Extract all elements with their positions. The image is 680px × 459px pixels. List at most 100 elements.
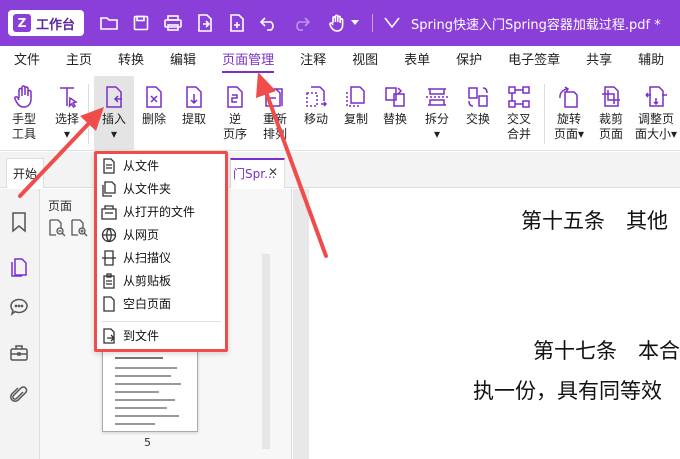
export-icon[interactable] xyxy=(194,12,216,34)
document-text-line: 执一份，具有同等效 xyxy=(473,379,662,403)
crop-page-button[interactable]: 裁剪 页面 xyxy=(592,76,630,151)
menu-file[interactable]: 文件 xyxy=(6,46,48,76)
redo-icon[interactable] xyxy=(290,12,312,34)
split-icon xyxy=(416,76,458,112)
menu-assist[interactable]: 辅助 xyxy=(630,46,672,76)
menu-bar: 文件 主页 转换 编辑 页面管理 注释 视图 表单 保护 电子签章 共享 辅助 xyxy=(0,46,680,76)
menu-item-from-file[interactable]: 从文件 xyxy=(97,154,225,177)
resize-page-button[interactable]: 调整页 面大小▾ xyxy=(632,76,680,151)
delete-button[interactable]: 删除 xyxy=(136,76,172,151)
hand-tool-label: 手型 xyxy=(11,112,36,126)
insert-label: 插入 xyxy=(101,112,126,126)
zoom-in-page-icon[interactable] xyxy=(70,219,88,237)
toolbox-icon[interactable] xyxy=(9,343,31,365)
blank-page-icon xyxy=(103,295,115,312)
print-icon[interactable] xyxy=(162,12,184,34)
menu-edit[interactable]: 编辑 xyxy=(162,46,204,76)
copy-button[interactable]: 复制 xyxy=(338,76,374,151)
menu-protect[interactable]: 保护 xyxy=(448,46,490,76)
left-rail xyxy=(0,189,40,459)
workbench-label: 工作台 xyxy=(36,17,76,33)
menu-item-from-webpage[interactable]: 从网页 xyxy=(97,223,225,246)
menu-page-management[interactable]: 页面管理 xyxy=(214,46,282,76)
replace-label: 替换 xyxy=(382,112,407,126)
rotate-page-button[interactable]: 旋转 页面▾ xyxy=(548,76,590,151)
from-webpage-icon xyxy=(101,227,117,242)
rearrange-button[interactable]: 重新 排列 xyxy=(256,76,294,151)
from-open-file-label: 从打开的文件 xyxy=(123,205,196,219)
swap-icon xyxy=(460,76,496,112)
from-webpage-label: 从网页 xyxy=(123,228,160,242)
panel-scrollbar[interactable] xyxy=(262,254,270,449)
document-text-line: 第十七条 本合 xyxy=(533,339,680,363)
menu-view[interactable]: 视图 xyxy=(344,46,386,76)
insert-icon xyxy=(94,76,134,112)
document-title: Spring快速入门Spring容器加载过程.pdf * xyxy=(411,17,661,33)
menu-item-to-file[interactable]: 到文件 xyxy=(97,324,225,347)
menu-item-from-open-file[interactable]: 从打开的文件 xyxy=(97,200,225,223)
reverse-order-button[interactable]: 逆页序 xyxy=(216,76,254,151)
workbench-button[interactable]: Z 工作台 xyxy=(8,10,85,36)
from-scanner-icon xyxy=(102,249,116,266)
menu-item-from-scanner[interactable]: 从扫描仪 xyxy=(97,246,225,269)
zoom-out-page-icon[interactable] xyxy=(48,219,66,237)
menu-comment[interactable]: 注释 xyxy=(292,46,334,76)
rearrange-label: 重新 xyxy=(262,112,287,126)
move-button[interactable]: 移动 xyxy=(296,76,336,151)
bookmark-icon[interactable] xyxy=(9,211,31,233)
hand-icon[interactable] xyxy=(326,12,348,34)
split-label-2: ▾ xyxy=(433,127,441,141)
cross-merge-button[interactable]: 交叉 合并 xyxy=(498,76,540,151)
hand-tool-icon xyxy=(4,76,44,112)
new-page-icon[interactable] xyxy=(226,12,248,34)
rotate-page-icon xyxy=(548,76,590,112)
replace-button[interactable]: 替换 xyxy=(376,76,414,151)
insert-button[interactable]: 插入 ▾ xyxy=(94,76,134,151)
cross-merge-label-2: 合并 xyxy=(506,127,531,141)
swap-label: 交换 xyxy=(465,112,490,126)
delete-label: 删除 xyxy=(141,112,166,126)
document-icon xyxy=(381,12,403,34)
pages-icon[interactable] xyxy=(0,249,40,283)
title-divider xyxy=(372,14,374,32)
menu-e-signature[interactable]: 电子签章 xyxy=(500,46,568,76)
menu-convert[interactable]: 转换 xyxy=(110,46,152,76)
extract-button[interactable]: 提取 xyxy=(174,76,214,151)
menu-item-blank-page[interactable]: 空白页面 xyxy=(97,292,225,315)
menu-home[interactable]: 主页 xyxy=(58,46,100,76)
split-button[interactable]: 拆分 ▾ xyxy=(416,76,458,151)
extract-icon xyxy=(174,76,214,112)
document-view[interactable]: 第十五条 其他 第十七条 本合 执一份，具有同等效 xyxy=(293,189,680,459)
from-file-label: 从文件 xyxy=(123,159,160,173)
resize-page-label: 调整页 xyxy=(637,112,674,126)
menu-form[interactable]: 表单 xyxy=(396,46,438,76)
from-scanner-label: 从扫描仪 xyxy=(123,251,172,265)
menu-item-from-clipboard[interactable]: 从剪贴板 xyxy=(97,269,225,292)
menu-separator xyxy=(101,321,221,322)
menu-item-from-folder[interactable]: 从文件夹 xyxy=(97,177,225,200)
copy-label: 复制 xyxy=(343,112,368,126)
insert-label-2: ▾ xyxy=(110,127,118,141)
save-icon[interactable] xyxy=(130,12,152,34)
select-label-2: ▾ xyxy=(63,127,71,141)
select-button[interactable]: 选择 ▾ xyxy=(48,76,86,151)
folder-icon[interactable] xyxy=(98,12,120,34)
to-file-label: 到文件 xyxy=(123,329,160,343)
hand-tool-button[interactable]: 手型 工具 xyxy=(4,76,44,151)
menu-share[interactable]: 共享 xyxy=(578,46,620,76)
select-label: 选择 xyxy=(54,112,79,126)
attachment-icon[interactable] xyxy=(9,385,31,407)
resize-page-icon xyxy=(632,76,680,112)
ribbon-toolbar: 手型 工具 选择 ▾ 插入 ▾ 删除 提取逆页序 重新 排列 移动 复制 替换 拆分 ▾ 交换 交叉 合并 旋转 页面… xyxy=(0,76,680,151)
extract-label: 提取 xyxy=(181,112,206,126)
swap-button[interactable]: 交换 xyxy=(460,76,496,151)
comment-icon[interactable] xyxy=(9,297,31,319)
from-folder-icon xyxy=(102,180,116,197)
undo-icon[interactable] xyxy=(258,12,280,34)
tab-close-icon[interactable]: ✕ xyxy=(268,165,278,179)
thumbnail-page-number: 5 xyxy=(144,436,151,449)
copy-icon xyxy=(338,76,374,112)
dropdown-caret-icon[interactable] xyxy=(350,12,360,34)
tab-start[interactable]: 开始 xyxy=(6,158,45,188)
ribbon-divider xyxy=(544,84,545,144)
